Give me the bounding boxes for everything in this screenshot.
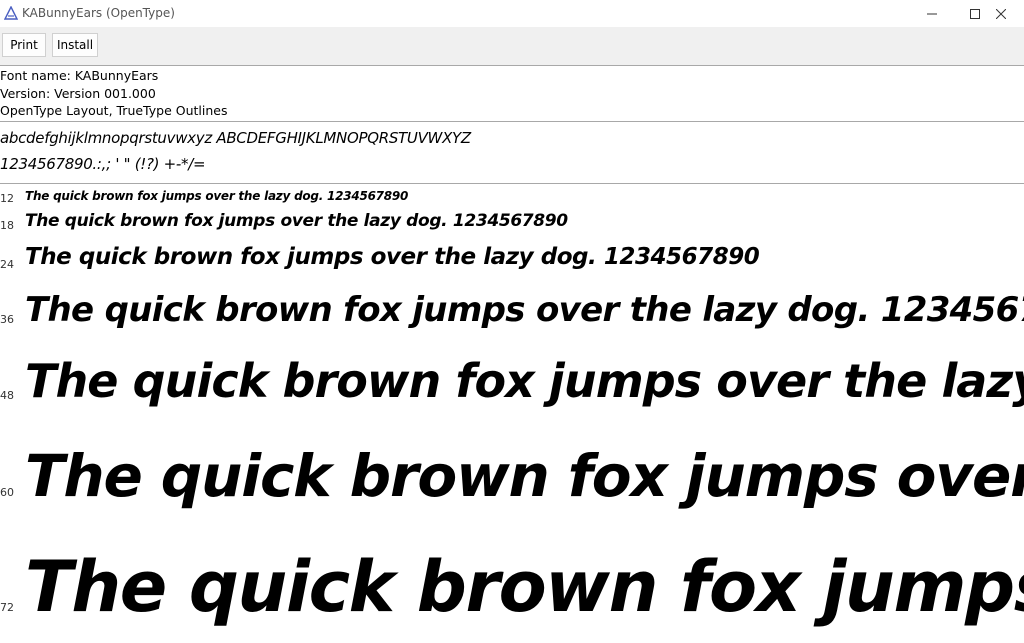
- sample-text: The quick brown fox jumps over the lazy …: [25, 546, 1024, 628]
- sample-size-label: 48: [0, 389, 14, 402]
- sample-size-label: 72: [0, 601, 14, 614]
- minimize-button[interactable]: [909, 0, 955, 27]
- sample-text: The quick brown fox jumps over the lazy …: [25, 244, 760, 270]
- minimize-icon: [927, 13, 937, 14]
- sample-row-36: 36 The quick brown fox jumps over the la…: [0, 284, 1024, 344]
- font-name-line: Font name: KABunnyEars: [0, 68, 159, 83]
- info-divider: [0, 121, 1024, 122]
- sample-text: The quick brown fox jumps over the lazy …: [25, 442, 1024, 510]
- sample-row-18: 18 The quick brown fox jumps over the la…: [0, 208, 1024, 238]
- sample-row-48: 48 The quick brown fox jumps over the la…: [0, 344, 1024, 434]
- sample-size-label: 12: [0, 192, 14, 205]
- sample-row-72: 72 The quick brown fox jumps over the la…: [0, 540, 1024, 643]
- font-version-line: Version: Version 001.000: [0, 86, 156, 101]
- install-button[interactable]: Install: [52, 33, 98, 57]
- font-type-line: OpenType Layout, TrueType Outlines: [0, 103, 228, 118]
- sample-text: The quick brown fox jumps over the lazy …: [25, 290, 1024, 330]
- close-button[interactable]: [978, 0, 1024, 27]
- sample-text: The quick brown fox jumps over the lazy …: [25, 211, 568, 231]
- toolbar-divider: [0, 65, 1024, 66]
- print-button[interactable]: Print: [2, 33, 46, 57]
- sample-size-label: 36: [0, 313, 14, 326]
- sample-row-24: 24 The quick brown fox jumps over the la…: [0, 238, 1024, 284]
- title-bar: KABunnyEars (OpenType): [0, 0, 1024, 27]
- sample-size-label: 18: [0, 219, 14, 232]
- sample-size-label: 60: [0, 486, 14, 499]
- toolbar: Print Install: [0, 27, 1024, 65]
- window-title: KABunnyEars (OpenType): [22, 6, 175, 20]
- charset-letters: abcdefghijklmnopqrstuvwxyz ABCDEFGHIJKLM…: [0, 129, 471, 147]
- sample-row-12: 12 The quick brown fox jumps over the la…: [0, 188, 1024, 208]
- close-icon: [996, 8, 1006, 19]
- sample-row-60: 60 The quick brown fox jumps over the la…: [0, 434, 1024, 540]
- font-file-icon: [4, 6, 18, 20]
- charset-digits-symbols: 1234567890.:,; ' " (!?) +-*/=: [0, 155, 206, 173]
- sample-size-label: 24: [0, 258, 14, 271]
- sample-text: The quick brown fox jumps over the lazy …: [25, 354, 1024, 408]
- charset-divider: [0, 183, 1024, 184]
- sample-text: The quick brown fox jumps over the lazy …: [25, 189, 409, 203]
